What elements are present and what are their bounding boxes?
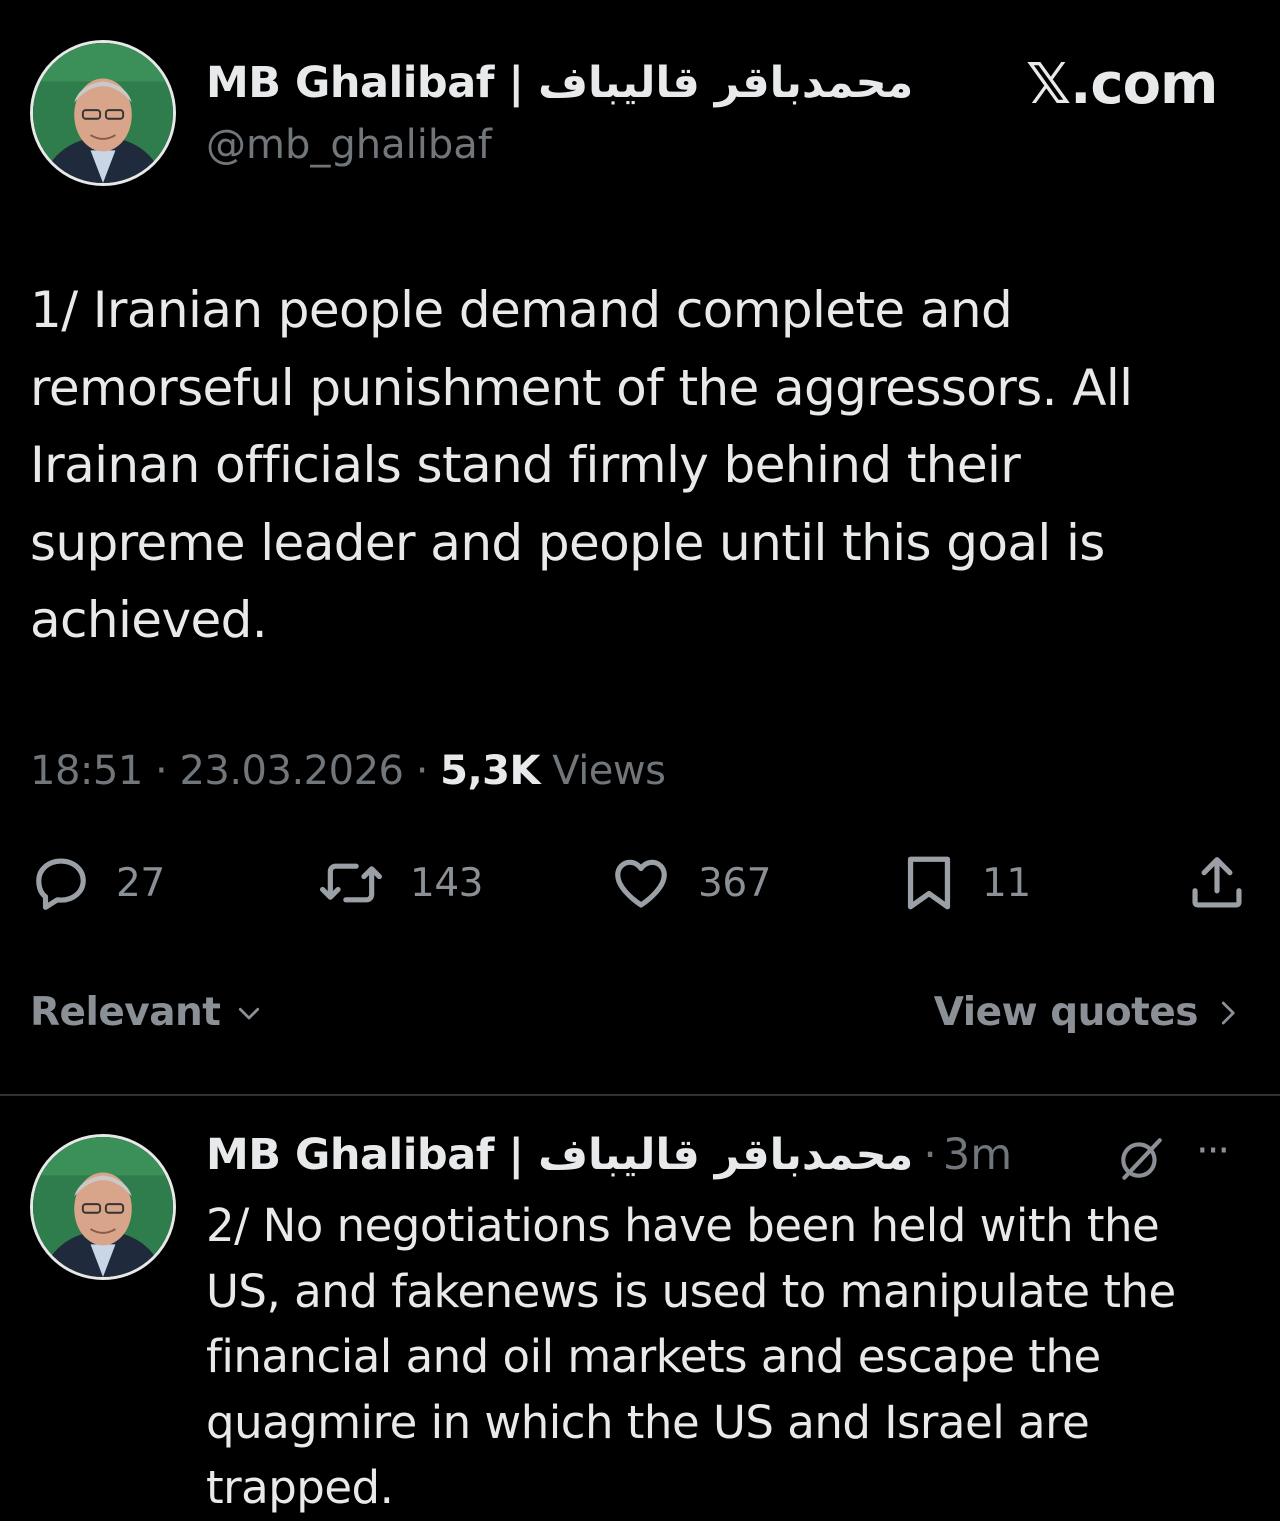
more-options-button[interactable]: ··· <box>1196 1128 1230 1174</box>
like-button[interactable]: 367 <box>608 848 771 918</box>
avatar-photo <box>33 43 173 183</box>
heart-icon <box>615 859 667 908</box>
sort-label: Relevant <box>30 990 221 1035</box>
bookmark-icon <box>907 856 951 910</box>
grok-icon <box>1121 1138 1162 1180</box>
views-label: Views <box>552 748 666 794</box>
repost-icon <box>320 863 382 903</box>
bookmark-button[interactable]: 11 <box>900 848 1031 918</box>
avatar-photo <box>33 1137 173 1277</box>
reply-icon <box>36 858 86 910</box>
author-display-name[interactable]: MB Ghalibaf | محمدباقر قالیباف <box>206 58 914 108</box>
grok-button[interactable] <box>1116 1134 1166 1188</box>
section-divider <box>0 1094 1280 1096</box>
reply-author-display-name[interactable]: MB Ghalibaf | محمدباقر قالیباف <box>206 1130 914 1180</box>
like-count: 367 <box>698 860 771 906</box>
repost-count: 143 <box>410 860 483 906</box>
repost-button[interactable]: 143 <box>316 848 483 918</box>
more-options-icon: ··· <box>1196 1128 1230 1174</box>
sort-replies-dropdown[interactable]: Relevant <box>30 990 266 1035</box>
reply-button[interactable]: 27 <box>30 848 165 918</box>
tweet-time[interactable]: 18:51 <box>30 748 143 794</box>
reply-age[interactable]: 3m <box>943 1130 1012 1180</box>
views-count: 5,3K <box>440 748 540 794</box>
view-quotes-link[interactable]: View quotes <box>934 990 1242 1035</box>
site-watermark: 𝕏.com <box>1026 52 1218 117</box>
separator-dot: · <box>415 748 429 794</box>
reply-header: MB Ghalibaf | محمدباقر قالیباف · 3m <box>206 1130 1012 1180</box>
separator-dot: · <box>155 748 168 794</box>
reply-author-avatar[interactable] <box>30 1134 176 1280</box>
bookmark-count: 11 <box>982 860 1031 906</box>
view-quotes-label: View quotes <box>933 990 1199 1035</box>
author-avatar[interactable] <box>30 40 176 186</box>
author-handle[interactable]: @mb_ghalibaf <box>206 122 492 168</box>
tweet-text: 1/ Iranian people demand complete and re… <box>30 281 1133 649</box>
chevron-down-icon <box>239 1007 260 1019</box>
reply-count: 27 <box>116 860 165 906</box>
reply-text: 2/ No negotiations have been held with t… <box>206 1199 1176 1514</box>
separator-dot: · <box>923 1130 937 1180</box>
chevron-right-icon <box>1221 1001 1235 1024</box>
tweet-meta: 18:51 · 23.03.2026 · 5,3K Views <box>30 748 666 794</box>
tweet-date[interactable]: 23.03.2026 <box>179 748 404 794</box>
share-icon <box>1192 857 1242 908</box>
share-button[interactable] <box>1186 848 1248 918</box>
